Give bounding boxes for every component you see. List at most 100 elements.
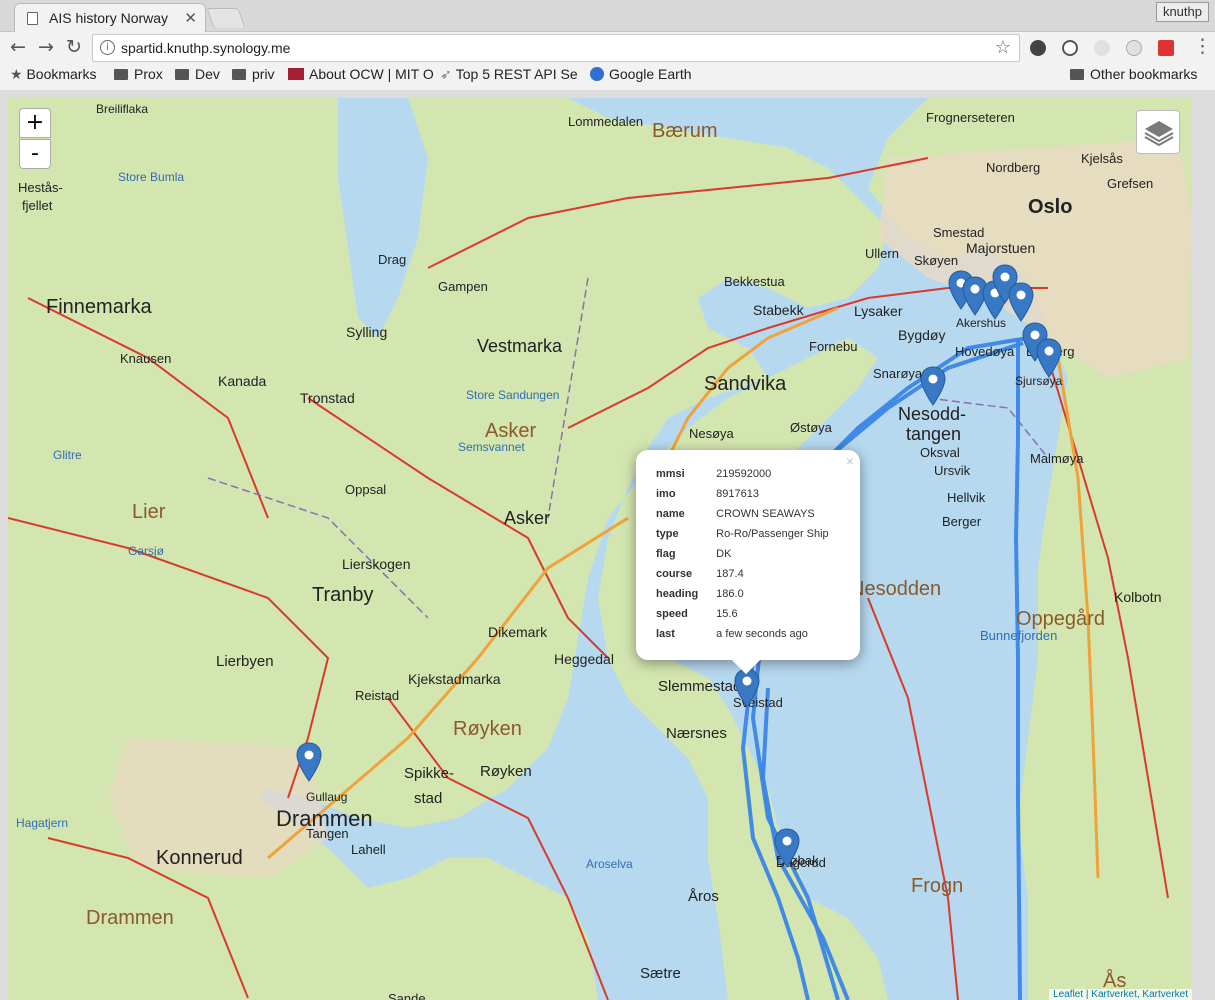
place-label: Oksval: [920, 445, 960, 460]
table-row: imo 8917613: [656, 484, 847, 504]
vessel-marker[interactable]: [296, 742, 322, 782]
new-tab-button[interactable]: [206, 8, 246, 28]
place-label: Hovedøya: [955, 344, 1015, 359]
calendar-extension-icon[interactable]: [1158, 40, 1174, 56]
field-label: type: [656, 528, 679, 540]
other-bookmarks-folder[interactable]: Other bookmarks: [1070, 66, 1197, 82]
place-label: Lommedalen: [568, 114, 644, 129]
place-label: Skøyen: [914, 253, 959, 268]
place-label: Heggedal: [554, 651, 614, 667]
place-label: Kanada: [218, 373, 267, 389]
place-label: Finnemarka: [46, 296, 152, 318]
place-label: Sande: [388, 991, 426, 1000]
bookmark-google-earth[interactable]: Google Earth: [590, 66, 692, 82]
zoom-in-button[interactable]: +: [19, 108, 51, 138]
place-label: Konnerud: [156, 847, 243, 869]
place-label: Gampen: [438, 279, 488, 294]
field-label: mmsi: [656, 468, 685, 480]
place-label: Berger: [942, 514, 982, 529]
profile-button[interactable]: knuthp: [1155, 2, 1209, 22]
folder-icon: [175, 69, 189, 80]
place-label: Ursvik: [934, 463, 971, 478]
bookmarks-menu[interactable]: ★ Bookmarks: [10, 66, 96, 83]
bookmark-folder-priv[interactable]: priv: [232, 66, 275, 82]
extension-icon[interactable]: [1094, 40, 1110, 56]
place-label: Hagatjern: [16, 816, 69, 830]
vessel-marker[interactable]: [774, 828, 800, 868]
forward-arrow-icon[interactable]: →: [38, 36, 54, 58]
popup-close-icon[interactable]: ×: [846, 453, 854, 469]
layers-icon: [1144, 121, 1174, 147]
field-value: 187.4: [716, 568, 744, 580]
place-label: stad: [414, 790, 443, 807]
tab-ais-history[interactable]: AIS history Norway ✕: [14, 3, 206, 32]
place-label: Garsjø: [128, 544, 164, 558]
angular-extension-icon[interactable]: [1126, 40, 1142, 56]
bookmark-rest-api[interactable]: ➶ Top 5 REST API Se: [440, 66, 578, 83]
place-label: Slemmestad: [658, 678, 742, 695]
place-label: Aroselva: [586, 857, 633, 871]
table-row: type Ro-Ro/Passenger Ship: [656, 524, 847, 544]
place-label: Glitre: [53, 448, 82, 462]
place-label: Store Bumla: [118, 170, 185, 184]
place-label: Nesodden: [850, 578, 942, 600]
place-label: Kjelsås: [1081, 151, 1123, 166]
place-label: Lahell: [351, 842, 386, 857]
vessel-marker[interactable]: [920, 366, 946, 406]
place-label: Majorstuen: [966, 240, 1036, 256]
menu-icon[interactable]: ⋮: [1193, 35, 1212, 57]
field-value: 219592000: [716, 468, 772, 480]
place-label: Sætre: [640, 965, 681, 982]
place-label: Bærum: [652, 120, 718, 142]
field-label: last: [656, 628, 675, 640]
table-row: heading 186.0: [656, 584, 847, 604]
vessel-marker[interactable]: [734, 668, 760, 708]
bookmark-star-icon[interactable]: ☆: [995, 37, 1011, 58]
table-row: name CROWN SEAWAYS: [656, 504, 847, 524]
table-row: last a few seconds ago: [656, 624, 847, 644]
map[interactable]: Bærum Lommedalen Frognerseteren Oslo Nordber…: [8, 98, 1192, 1000]
bookmark-folder-prox[interactable]: Prox: [114, 66, 163, 82]
field-value: 186.0: [716, 588, 744, 600]
folder-icon: [1070, 69, 1084, 80]
place-label: Semsvannet: [458, 440, 525, 454]
layers-control[interactable]: [1136, 110, 1180, 154]
place-label: Nærsnes: [666, 725, 727, 742]
bookmark-folder-dev[interactable]: Dev: [175, 66, 220, 82]
table-row: speed 15.6: [656, 604, 847, 624]
zoom-out-button[interactable]: -: [19, 139, 51, 169]
vessel-marker[interactable]: [1036, 338, 1062, 378]
place-label: Nordberg: [986, 160, 1041, 175]
place-label: Vestmarka: [477, 336, 563, 356]
place-label: Drammen: [86, 907, 174, 929]
field-value: DK: [716, 548, 732, 560]
back-arrow-icon[interactable]: ←: [10, 36, 26, 58]
globe-icon: [590, 67, 604, 81]
evernote-extension-icon[interactable]: [1030, 40, 1046, 56]
place-label: Tangen: [306, 826, 349, 841]
field-value: CROWN SEAWAYS: [716, 508, 815, 520]
map-attribution[interactable]: Leaflet | Kartverket, Kartverket: [1049, 989, 1192, 1000]
place-label: Dikemark: [488, 624, 548, 640]
page-icon: [27, 12, 38, 25]
place-label: Kjekstadmarka: [408, 671, 501, 687]
place-label: Lierbyen: [216, 653, 274, 670]
place-label: Bekkestua: [724, 274, 785, 289]
field-value: a few seconds ago: [716, 628, 808, 640]
place-label: Bygdøy: [898, 327, 946, 343]
address-bar[interactable]: i spartid.knuthp.synology.me ☆: [92, 34, 1020, 62]
place-label: Sylling: [346, 324, 388, 340]
field-label: imo: [656, 488, 676, 500]
reload-icon[interactable]: ↻: [66, 36, 82, 58]
place-label: Snarøya: [873, 366, 923, 381]
vessel-marker[interactable]: [1008, 282, 1034, 322]
field-value: 15.6: [716, 608, 738, 620]
info-icon[interactable]: i: [100, 40, 115, 55]
place-label: Grefsen: [1107, 176, 1154, 191]
place-label: Tronstad: [300, 390, 355, 406]
folder-icon: [232, 69, 246, 80]
tab-close-icon[interactable]: ✕: [184, 9, 197, 27]
url-text[interactable]: spartid.knuthp.synology.me: [121, 40, 290, 56]
sync-extension-icon[interactable]: [1062, 40, 1078, 56]
bookmark-mit-ocw[interactable]: About OCW | MIT O: [288, 66, 434, 82]
